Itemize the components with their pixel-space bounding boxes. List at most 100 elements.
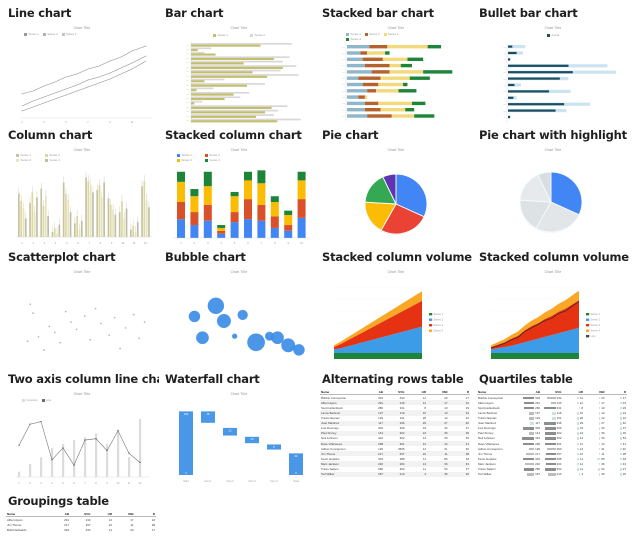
svg-text:—: — (186, 71, 189, 74)
legend-stacked-column: Series 1 Series 2 Series 3 Series 4 (177, 153, 233, 162)
panel-pie-highlight[interactable]: Pie chart with highlight Chart Title (477, 128, 634, 250)
svg-text:8: 8 (100, 241, 102, 245)
bubble-chart-plot[interactable]: Chart Title (163, 267, 315, 372)
quartiles-table[interactable]: Name AB SVG HR RBI R Bobbie Concepcion 303 234 1… (477, 389, 627, 477)
legend-item: Line (41, 398, 51, 402)
quartile-bar (577, 417, 579, 420)
panel-stacked-column-chart[interactable]: Stacked column chart Chart Title Series … (163, 128, 320, 250)
legend-swatch-icon (546, 33, 550, 37)
legend-label: Series 3 (20, 158, 31, 162)
volume-chart-plot[interactable]: Chart Title Series 1 Series 2 Series 3 Seri… (320, 267, 472, 372)
cell-value: 213 (541, 472, 563, 477)
quartile-bar (524, 467, 535, 471)
svg-text:—: — (186, 115, 189, 118)
bar-chart-plot[interactable]: Chart Title Series 1 Series 2 — — — — — — — — — —… (163, 23, 315, 128)
svg-text:—: — (503, 84, 506, 87)
stacked-bar-plot[interactable]: Chart Title Series 1 Series 2 Series 3 S… (320, 23, 472, 128)
panel-title-stacked-bar: Stacked bar chart (322, 6, 434, 20)
legend-item: Actual (546, 33, 559, 37)
pie-highlight-plot[interactable]: Chart Title (477, 145, 629, 250)
gallery-row-5: Groupings table Name AB SVG HR RBI R Albert A… (6, 494, 636, 532)
svg-text:—: — (342, 46, 345, 49)
quartile-bar (620, 411, 622, 415)
panel-pie-chart[interactable]: Pie chart Chart Title (320, 128, 477, 250)
panel-title-bar-chart: Bar chart (165, 6, 224, 20)
table-row[interactable]: Scott Hollenbeck 280 331 8 10 29 (477, 405, 627, 410)
waterfall-plot[interactable]: Chart Title 100 0 18 12 10 8 34 0 Start Item 1 It… (163, 389, 315, 494)
panel-volume-line-chart[interactable]: Stacked column volume with line chart Ch… (477, 250, 634, 372)
line-chart-plot[interactable]: Chart Title Series 1 Series 2 Series 3 1… (6, 23, 158, 128)
table-row[interactable]: Bobbie Concepcion 303 234 11 20 17 (477, 395, 627, 401)
legend-item: Series 1 (177, 153, 201, 157)
cell-name: Ted Wilker (478, 472, 492, 477)
panel-stacked-bar-chart[interactable]: Stacked bar chart Chart Title Series 1 S… (320, 6, 477, 128)
legend-stacked-bar: Series 1 Series 2 Series 3 Series 4 (346, 32, 408, 41)
quartile-bar (523, 427, 535, 430)
legend-two-axis: Columns Line (22, 398, 74, 402)
table-row[interactable]: Bobbi Edwards 303 234 11 20 17 (6, 527, 156, 532)
quartile-bar (577, 427, 579, 430)
legend-swatch-icon (61, 32, 65, 36)
cell-value: 187 (520, 472, 542, 477)
svg-text:2: 2 (32, 241, 34, 245)
quartile-bar (620, 462, 622, 466)
table-row[interactable]: Adrian Concepcion 139 250 14 31 40 (477, 446, 627, 451)
quartile-bar (525, 462, 535, 466)
svg-text:8: 8 (95, 481, 97, 485)
quartile-bar (620, 447, 622, 451)
quartile-bar (545, 457, 556, 461)
legend-item: Series 2 (205, 153, 229, 157)
svg-text:4: 4 (51, 481, 53, 485)
svg-text:8: 8 (274, 241, 276, 245)
volume-line-chart-plot[interactable]: Chart Title Series 1 Series 2 Series 3 Seri… (477, 267, 629, 372)
cell-value: 331 (541, 405, 563, 410)
volume-line-chart-svg: Series 1 Series 2Series 3 Series 4Line (490, 286, 601, 359)
panel-two-axis-chart[interactable]: Two axis column line chart Chart Title C… (6, 372, 163, 494)
panel-scatterplot-chart[interactable]: Scatterplot chart Chart Title (6, 250, 163, 372)
panel-bullet-bar-chart[interactable]: Bullet bar chart Chart Title Actual — — — —… (477, 6, 634, 128)
quartile-bar (543, 422, 556, 425)
panel-volume-chart[interactable]: Stacked column volume chart Chart Title … (320, 250, 477, 372)
panel-waterfall-chart[interactable]: Waterfall chart Chart Title 100 0 18 12 10 8 3… (163, 372, 320, 494)
legend-label: Columns (26, 398, 38, 402)
svg-text:—: — (186, 75, 189, 78)
cell-value: 35 (584, 472, 606, 477)
groupings-table[interactable]: Name AB SVG HR RBI R Albert Ayers 291 130 12 17 24… (6, 511, 156, 532)
bullet-bar-plot[interactable]: Chart Title Actual — — — — — — — — — — — — (477, 23, 629, 128)
panel-column-chart[interactable]: Column chart Chart Title Series 1 Series… (6, 128, 163, 250)
svg-text:9: 9 (111, 241, 113, 245)
legend-item: Series 4 (205, 158, 229, 162)
scatterplot-plot[interactable]: Chart Title (6, 267, 158, 372)
panel-quartiles-table[interactable]: Quartiles table Name AB SVG HR RBI R Bobbie C… (477, 372, 634, 494)
svg-text:3: 3 (43, 120, 45, 124)
stacked-column-plot[interactable]: Chart Title Series 1 Series 2 Series 3 S… (163, 145, 315, 250)
panel-groupings-table[interactable]: Groupings table Name AB SVG HR RBI R Albert A… (6, 494, 163, 532)
legend-swatch-icon (213, 33, 217, 37)
two-axis-plot[interactable]: Chart Title Columns Line 1 2 3 4 5 6 7 8 9 10 11 12 (6, 389, 158, 494)
panel-line-chart[interactable]: Line chart Chart Title Series 1 Series 2… (6, 6, 163, 128)
svg-text:10: 10 (300, 241, 303, 245)
table-row[interactable]: Ted Wilker 187 213 3 35 26 (320, 471, 470, 477)
pie-chart-plot[interactable]: Chart Title (320, 145, 472, 250)
legend-item: Series 2 (42, 32, 58, 36)
table-row[interactable]: Ted Wilker 187 213 3 35 26 (477, 472, 627, 477)
svg-text:10: 10 (121, 241, 124, 245)
quartile-bar (577, 467, 579, 471)
legend-item: Series 2 (364, 32, 380, 36)
cell-value: 3 (405, 471, 427, 477)
svg-text:11: 11 (133, 241, 136, 245)
legend-label: Series 4 (49, 158, 60, 162)
alternating-rows-table[interactable]: Name AB SVG HR RBI R Bobbie Concepcion 303 234 1… (320, 389, 470, 477)
panel-bubble-chart[interactable]: Bubble chart Chart Title (163, 250, 320, 372)
chart-title-volume-line: Chart Title (544, 270, 562, 274)
cell-value: 303 (520, 426, 542, 431)
svg-text:5: 5 (234, 241, 236, 245)
legend-item: Series 1 (346, 32, 361, 36)
column-chart-plot[interactable]: Chart Title Series 1 Series 2 Series 3 S… (6, 145, 158, 250)
panel-bar-chart[interactable]: Bar chart Chart Title Series 1 Series 2 … (163, 6, 320, 128)
cell-value: 187 (362, 471, 384, 477)
legend-label: Series 1 (350, 32, 361, 36)
svg-text:7: 7 (88, 241, 90, 245)
panel-alternating-rows-table[interactable]: Alternating rows table Name AB SVG HR RBI R B… (320, 372, 477, 494)
chart-title-column: Chart Title (73, 148, 91, 152)
